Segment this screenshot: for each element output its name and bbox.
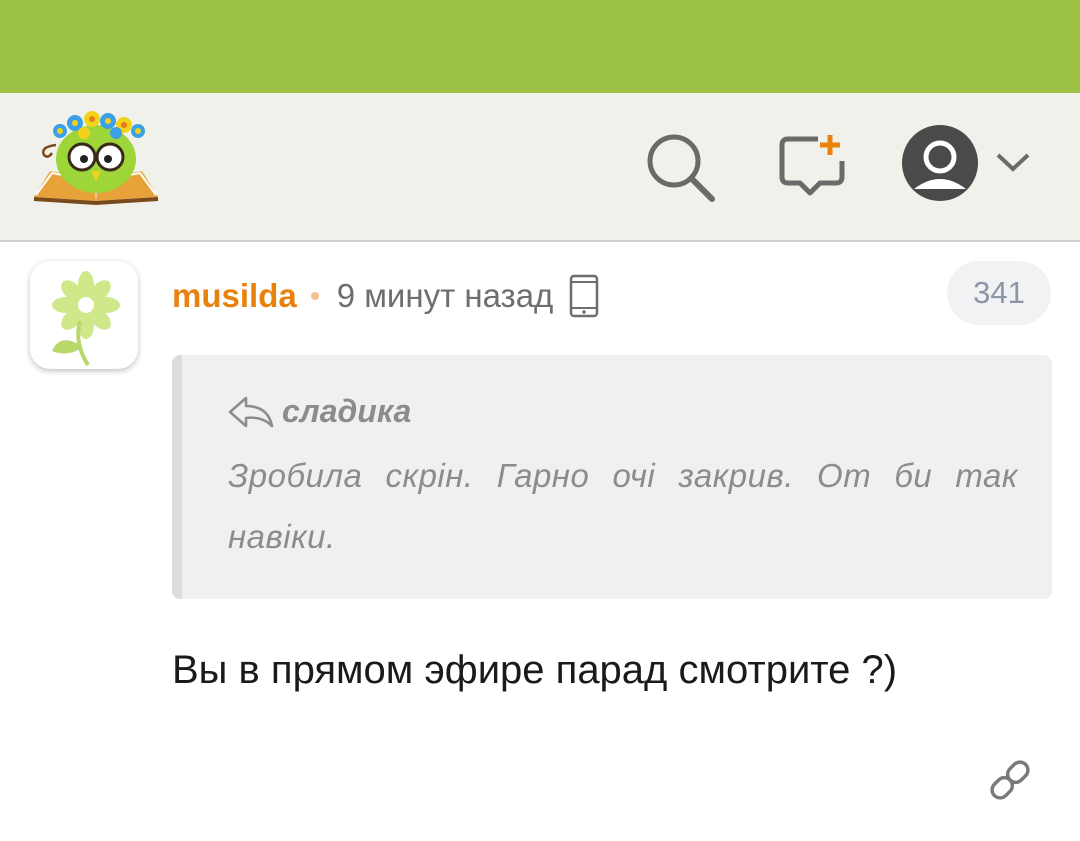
search-icon[interactable]	[644, 131, 716, 203]
link-icon[interactable]	[984, 754, 1036, 806]
chevron-down-icon[interactable]	[994, 149, 1032, 175]
comment-author[interactable]: musilda	[172, 277, 297, 315]
quoted-comment[interactable]: сладика Зробила скрін. Гарно очі закрив.…	[172, 355, 1052, 599]
mobile-phone-icon	[569, 274, 599, 318]
comment-text: Вы в прямом эфире парад смотрите ?)	[172, 648, 898, 692]
add-comment-icon[interactable]	[778, 131, 848, 201]
comment-time[interactable]: 9 минут назад	[337, 277, 554, 315]
site-logo[interactable]	[30, 109, 162, 209]
user-avatar-icon[interactable]	[900, 123, 980, 203]
status-bar	[0, 0, 1080, 93]
header	[0, 93, 1080, 242]
comment-meta: musilda 9 минут назад	[172, 274, 599, 318]
quote-text: Зробила скрін. Гарно очі закрив. От би т…	[228, 457, 1018, 555]
quote-author[interactable]: сладика	[282, 393, 411, 430]
quote-header: сладика	[228, 393, 411, 430]
separator-dot	[310, 292, 319, 300]
comment-author-avatar[interactable]	[30, 261, 138, 369]
reply-arrow-icon	[228, 394, 274, 430]
comment-rating-badge[interactable]: 341	[947, 261, 1051, 325]
